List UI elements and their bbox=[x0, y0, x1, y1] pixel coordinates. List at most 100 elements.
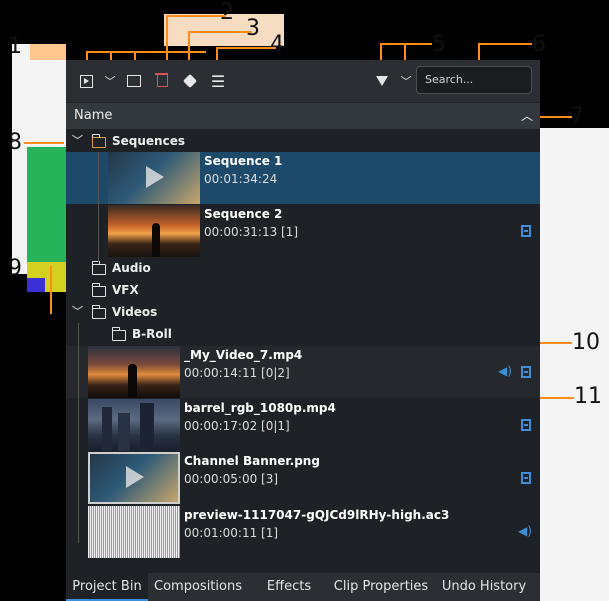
delete-button[interactable] bbox=[150, 69, 174, 93]
tree-guide bbox=[78, 323, 79, 543]
folder-vfx[interactable]: VFX bbox=[66, 279, 540, 301]
callout-8: 8 bbox=[8, 130, 22, 155]
clip-name: Channel Banner.png bbox=[184, 454, 320, 468]
annotation-band bbox=[27, 278, 45, 292]
audio-icon: ◀) bbox=[498, 364, 512, 378]
tag-button[interactable] bbox=[178, 69, 202, 93]
folder-icon bbox=[111, 327, 126, 341]
play-icon bbox=[146, 166, 164, 188]
annotation-band bbox=[27, 147, 66, 262]
folder-sequences[interactable]: ﹀ Sequences bbox=[66, 130, 540, 152]
new-folder-button[interactable] bbox=[122, 69, 146, 93]
new-folder-icon bbox=[127, 75, 141, 87]
callout-10: 10 bbox=[572, 330, 600, 355]
video-icon bbox=[521, 366, 531, 378]
bottom-tabs: Project Bin Compositions Effects Clip Pr… bbox=[66, 573, 540, 601]
clip-name: barrel_rgb_1080p.mp4 bbox=[184, 401, 336, 415]
search-input[interactable]: Search... bbox=[416, 66, 532, 94]
folder-videos[interactable]: ﹀ Videos bbox=[66, 301, 540, 323]
delete-icon bbox=[154, 73, 168, 87]
tab-clip-properties[interactable]: Clip Properties bbox=[330, 573, 432, 601]
folder-b-roll[interactable]: B-Roll bbox=[66, 323, 540, 345]
menu-icon: ☰ bbox=[210, 71, 226, 91]
clip-thumbnail bbox=[88, 399, 180, 451]
building bbox=[102, 407, 112, 451]
tab-project-bin[interactable]: Project Bin bbox=[66, 573, 148, 601]
annotation-line bbox=[538, 116, 572, 118]
folder-icon bbox=[91, 261, 106, 275]
toolbar: ﹀ ☰ ﹀ Search... bbox=[66, 60, 540, 102]
add-clip-button[interactable] bbox=[74, 69, 98, 93]
video-icon bbox=[521, 225, 531, 237]
name-column-label: Name bbox=[74, 108, 113, 123]
annotation-band bbox=[540, 128, 609, 601]
tag-icon bbox=[182, 73, 198, 89]
annotation-line bbox=[216, 47, 276, 49]
clip-name: Sequence 1 bbox=[204, 154, 283, 168]
callout-5: 5 bbox=[432, 32, 446, 57]
audio-waveform-thumbnail bbox=[88, 506, 180, 558]
tab-effects[interactable]: Effects bbox=[250, 573, 328, 601]
sort-chevron-up-icon[interactable]: ︿ bbox=[521, 103, 533, 129]
callout-3: 3 bbox=[246, 16, 260, 41]
callout-11: 11 bbox=[574, 384, 602, 409]
clip-name: Sequence 2 bbox=[204, 207, 283, 221]
callout-2: 2 bbox=[220, 0, 234, 25]
menu-button[interactable]: ☰ bbox=[206, 69, 230, 93]
chevron-down-icon: ﹀ bbox=[400, 75, 412, 88]
tab-undo-history[interactable]: Undo History bbox=[434, 573, 534, 601]
folder-label: B-Roll bbox=[132, 327, 172, 341]
tab-compositions[interactable]: Compositions bbox=[150, 573, 246, 601]
video-icon bbox=[521, 472, 531, 484]
folder-label: Sequences bbox=[112, 134, 185, 148]
callout-1: 1 bbox=[8, 34, 22, 59]
folder-icon bbox=[91, 283, 106, 297]
add-clip-dropdown[interactable]: ﹀ bbox=[98, 69, 122, 93]
callout-6: 6 bbox=[532, 32, 546, 57]
filter-button[interactable] bbox=[370, 69, 394, 93]
folder-label: Audio bbox=[112, 261, 151, 275]
play-icon bbox=[126, 466, 144, 488]
video-icon bbox=[521, 419, 531, 431]
add-clip-icon bbox=[79, 74, 93, 88]
annotation-line bbox=[188, 31, 190, 63]
building bbox=[140, 403, 154, 451]
annotation-line bbox=[166, 15, 226, 17]
annotation-line bbox=[380, 43, 432, 45]
list-item-clip[interactable]: Channel Banner.png 00:00:05:00 [3] bbox=[66, 452, 540, 504]
column-header[interactable]: Name ︿ bbox=[66, 103, 540, 129]
clip-duration: 00:01:00:11 [1] bbox=[184, 526, 279, 540]
folder-icon bbox=[91, 134, 106, 148]
callout-7: 7 bbox=[570, 104, 584, 129]
list-item-sequence-1[interactable]: Sequence 1 00:01:34:24 bbox=[66, 152, 540, 204]
list-item-clip[interactable]: barrel_rgb_1080p.mp4 00:00:17:02 [0|1] bbox=[66, 399, 540, 451]
folder-audio[interactable]: Audio bbox=[66, 257, 540, 279]
chevron-down-icon[interactable]: ﹀ bbox=[72, 301, 83, 323]
annotation-line bbox=[478, 43, 532, 45]
annotation-band bbox=[30, 44, 66, 60]
folder-label: Videos bbox=[112, 305, 158, 319]
clip-thumbnail bbox=[88, 346, 180, 398]
audio-icon: ◀) bbox=[518, 524, 532, 538]
clip-thumbnail bbox=[108, 205, 200, 257]
clip-duration: 00:01:34:24 bbox=[204, 172, 278, 186]
filter-icon bbox=[376, 76, 388, 86]
clip-name: _My_Video_7.mp4 bbox=[184, 348, 303, 362]
building bbox=[118, 413, 130, 451]
filter-dropdown[interactable]: ﹀ bbox=[394, 69, 418, 93]
clip-duration: 00:00:17:02 [0|1] bbox=[184, 419, 290, 433]
folder-icon bbox=[91, 305, 106, 319]
clip-duration: 00:00:05:00 [3] bbox=[184, 472, 279, 486]
callout-4: 4 bbox=[270, 32, 284, 57]
list-item-clip[interactable]: _My_Video_7.mp4 00:00:14:11 [0|2] ◀) bbox=[66, 346, 540, 398]
silhouette bbox=[152, 223, 160, 257]
clip-name: preview-1117047-gQJCd9lRHy-high.ac3 bbox=[184, 508, 450, 522]
annotation-line bbox=[188, 31, 252, 33]
project-bin-panel: ﹀ ☰ ﹀ Search... Name ︿ ﹀ Sequences Seque… bbox=[66, 60, 540, 601]
list-item-clip[interactable]: preview-1117047-gQJCd9lRHy-high.ac3 00:0… bbox=[66, 506, 540, 558]
chevron-down-icon[interactable]: ﹀ bbox=[72, 130, 83, 152]
annotation-line bbox=[24, 142, 64, 144]
list-item-sequence-2[interactable]: Sequence 2 00:00:31:13 [1] bbox=[66, 205, 540, 257]
chevron-down-icon: ﹀ bbox=[104, 75, 116, 88]
tree-guide bbox=[98, 152, 99, 262]
